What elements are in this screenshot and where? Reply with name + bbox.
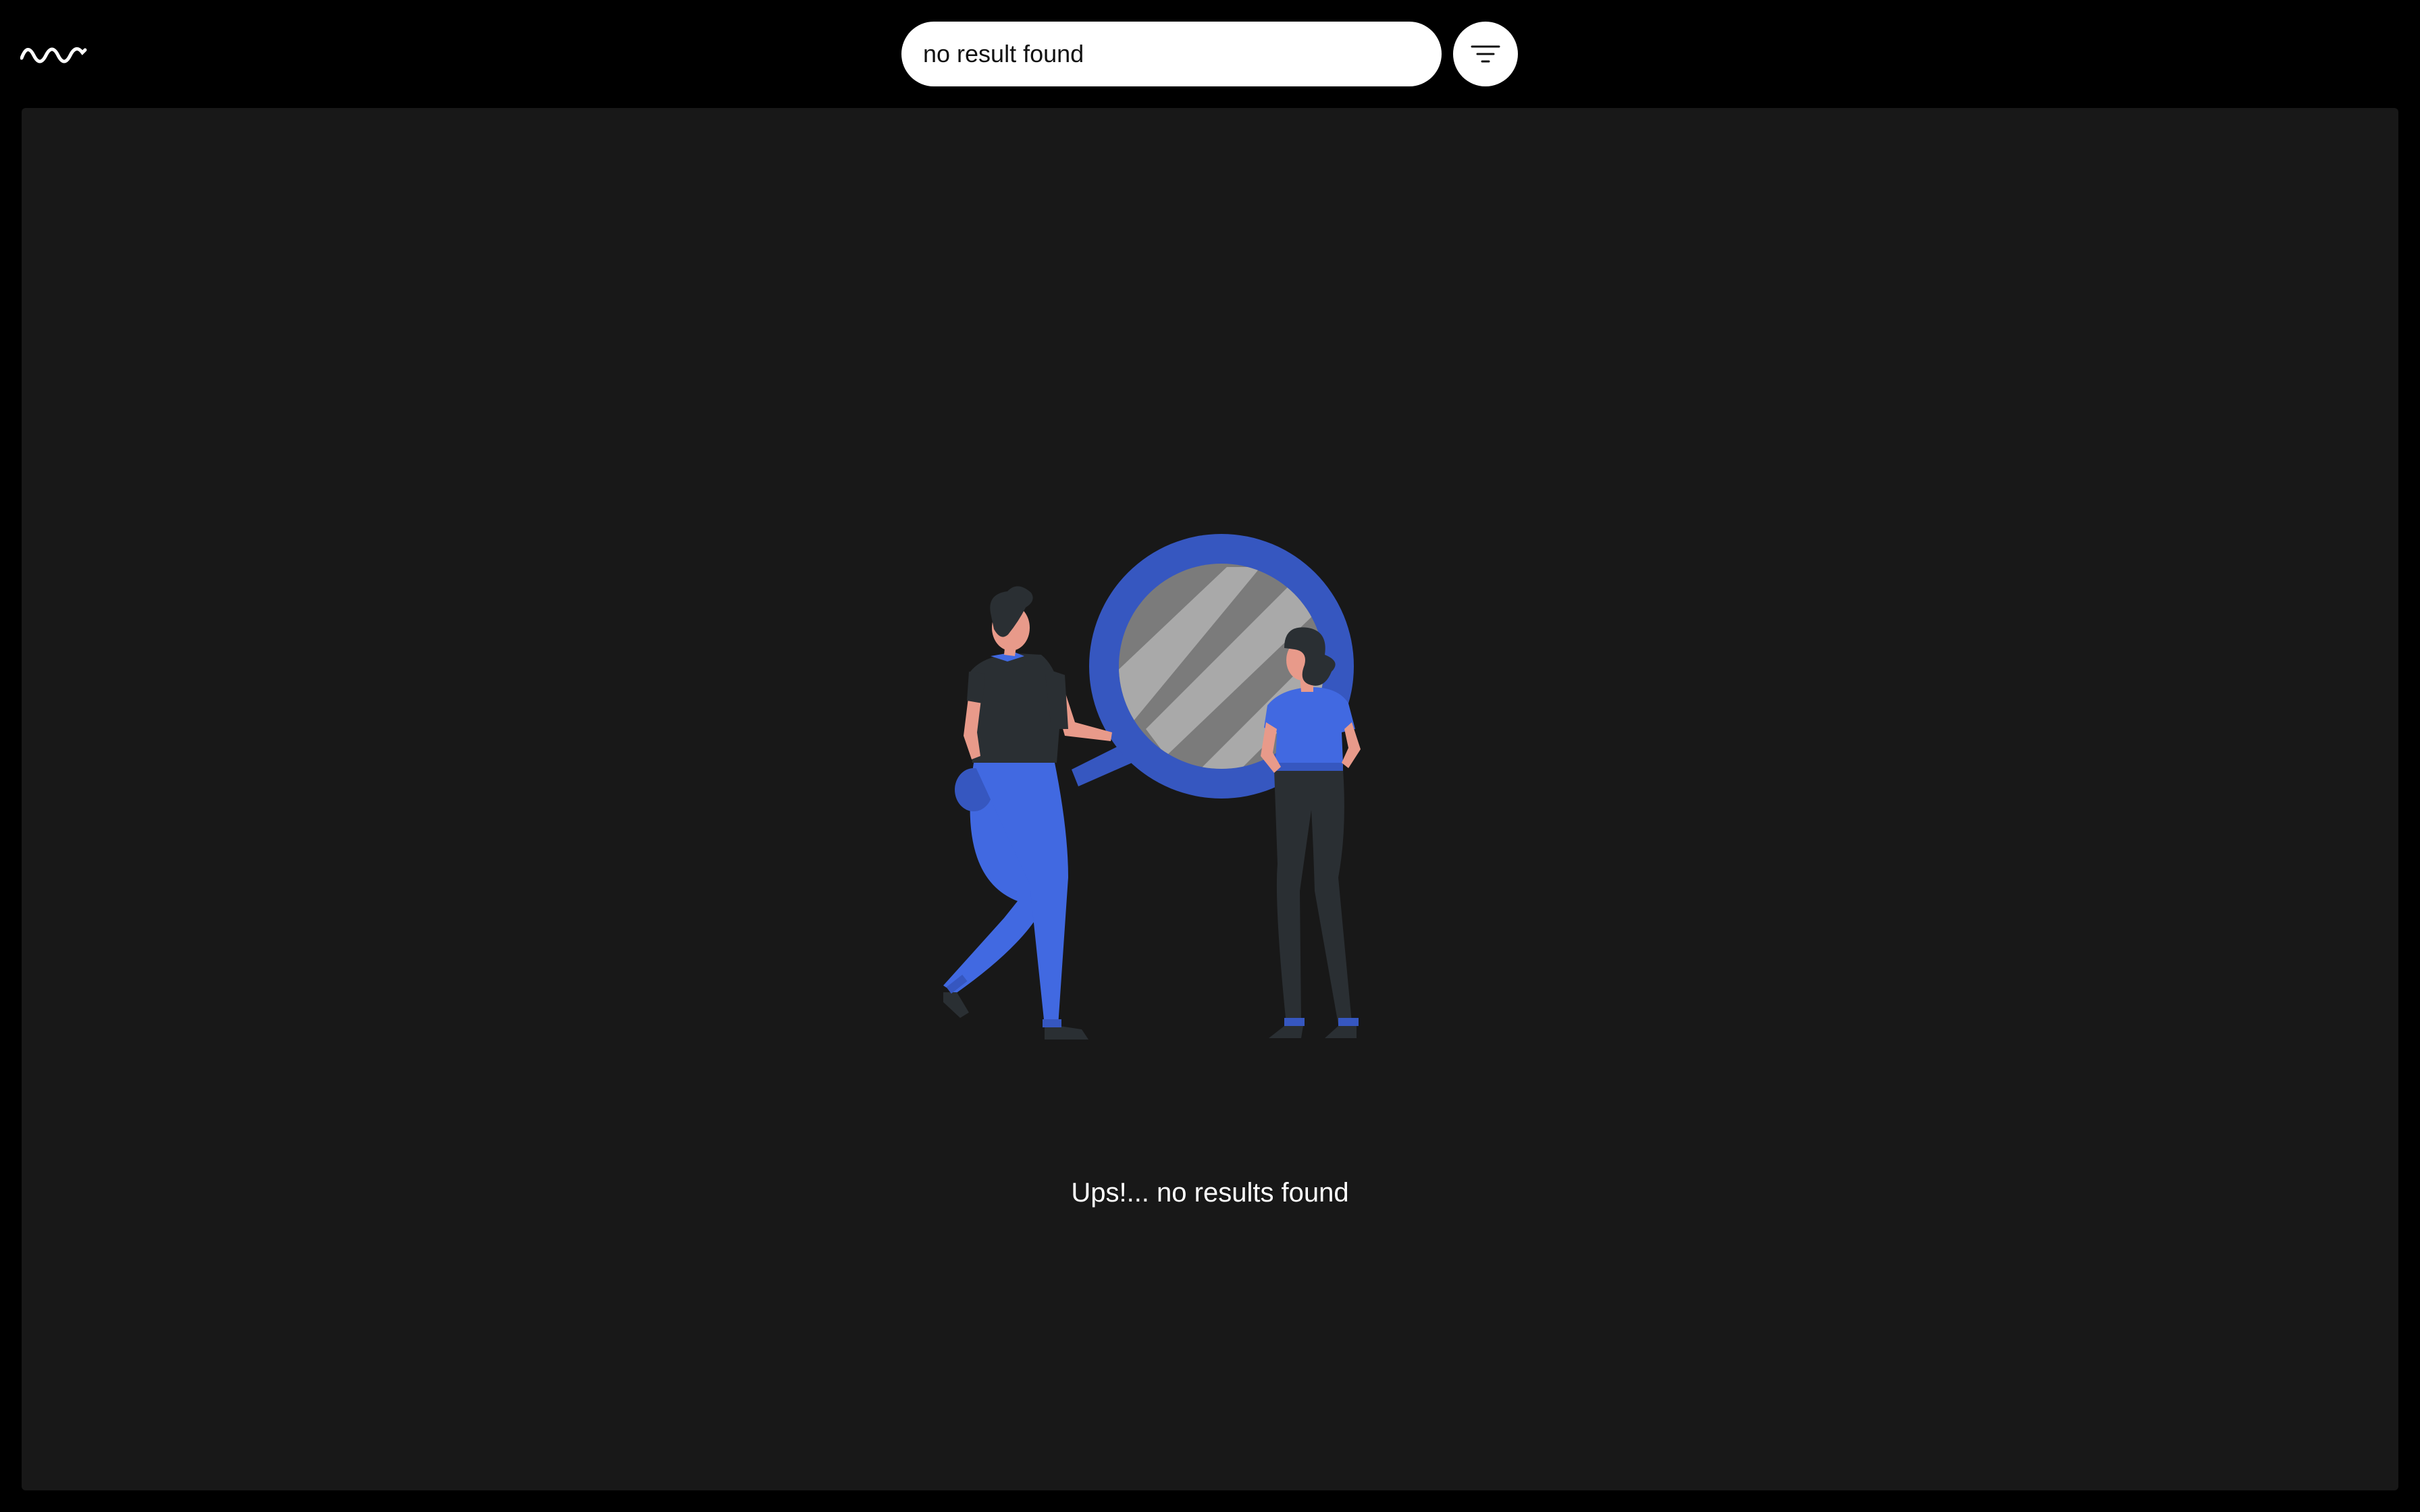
man-figure	[943, 586, 1112, 1040]
search-input[interactable]	[923, 34, 1420, 74]
results-panel: Ups!... no results found	[22, 108, 2398, 1490]
search-bar[interactable]	[901, 22, 1442, 86]
top-bar	[0, 0, 2420, 108]
app-window: Ups!... no results found	[0, 0, 2420, 1512]
filter-lines-icon	[1471, 45, 1500, 63]
people-with-magnifying-glass-illustration	[943, 534, 1361, 1040]
wave-logo-icon[interactable]	[20, 40, 88, 68]
filter-button[interactable]	[1453, 22, 1518, 86]
no-results-message: Ups!... no results found	[1071, 1178, 1349, 1208]
